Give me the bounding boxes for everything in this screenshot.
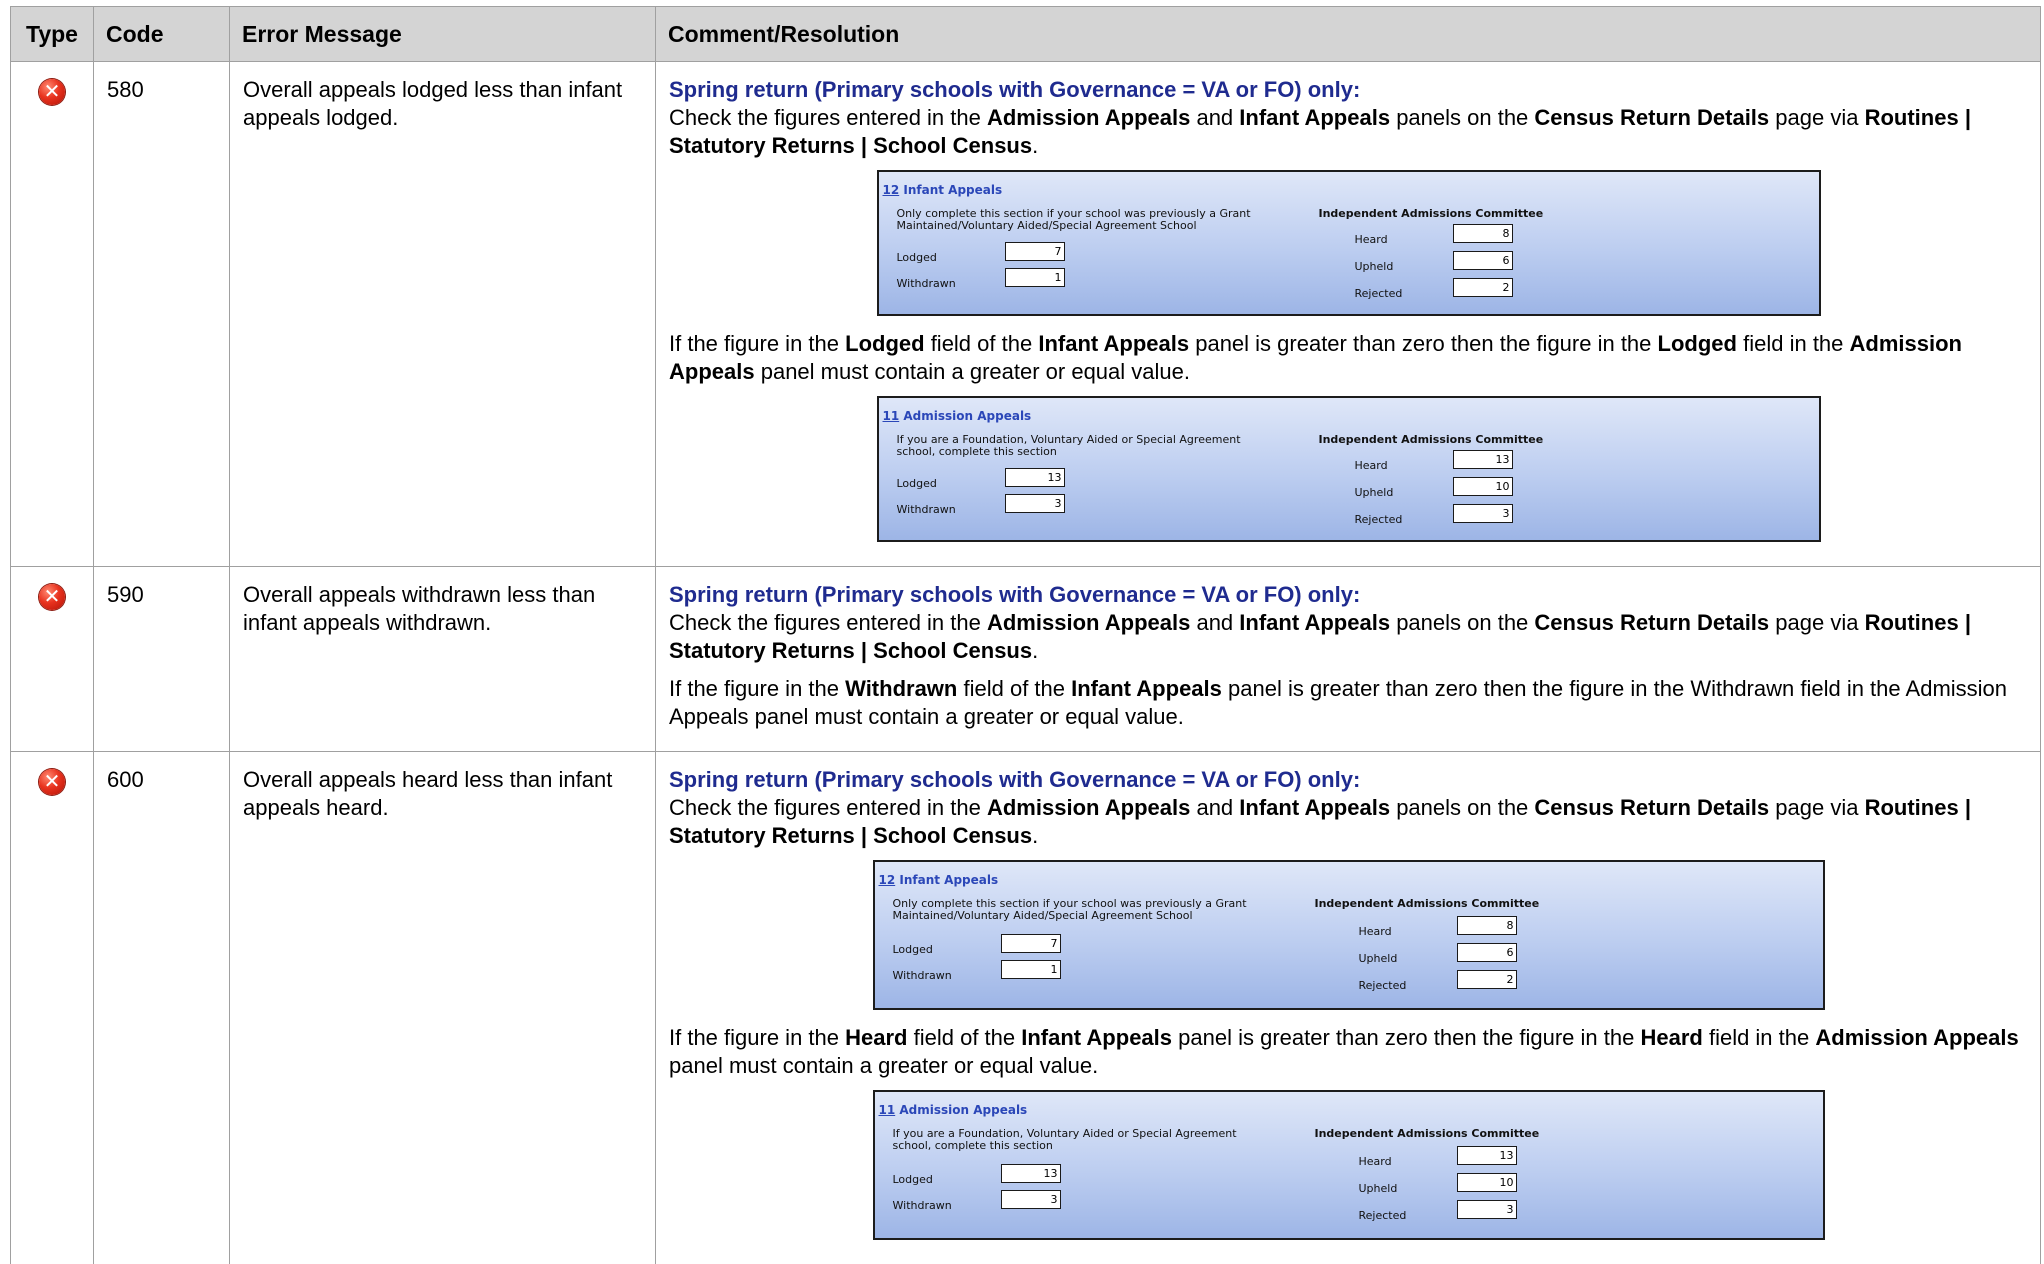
heard-label: Heard: [1359, 1148, 1392, 1176]
withdrawn-field: 1: [1005, 268, 1065, 287]
panel-note: If you are a Foundation, Voluntary Aided…: [893, 1128, 1273, 1152]
lodged-rule-text: If the figure in the Lodged field of the…: [669, 330, 2028, 386]
admission-appeals-panel-screenshot: 11 Admission Appeals If you are a Founda…: [873, 1090, 1825, 1240]
upheld-field: 10: [1453, 477, 1513, 496]
rejected-field: 2: [1457, 970, 1517, 989]
infant-appeals-panel-screenshot: 12 Infant Appeals Only complete this sec…: [877, 170, 1821, 316]
check-figures-text: Check the figures entered in the Admissi…: [669, 794, 2028, 850]
panel-note: Only complete this section if your schoo…: [893, 898, 1273, 922]
panel-note: Only complete this section if your schoo…: [897, 208, 1277, 232]
lodged-label: Lodged: [893, 1166, 933, 1194]
column-header-error-message: Error Message: [230, 7, 656, 62]
upheld-label: Upheld: [1359, 945, 1398, 973]
upheld-label: Upheld: [1355, 479, 1394, 507]
lodged-label: Lodged: [897, 470, 937, 498]
upheld-field: 6: [1453, 251, 1513, 270]
lodged-label: Lodged: [893, 936, 933, 964]
error-x-icon: ✕: [39, 584, 65, 610]
error-x-icon: ✕: [39, 79, 65, 105]
column-header-comment-resolution: Comment/Resolution: [656, 7, 2041, 62]
upheld-label: Upheld: [1355, 253, 1394, 281]
heard-field: 13: [1453, 450, 1513, 469]
heard-field: 8: [1453, 224, 1513, 243]
heard-label: Heard: [1355, 452, 1388, 480]
type-cell: ✕: [11, 752, 94, 1264]
error-message-cell: Overall appeals heard less than infant a…: [230, 752, 656, 1264]
table-header-row: Type Code Error Message Comment/Resoluti…: [11, 7, 2041, 62]
heard-rule-text: If the figure in the Heard field of the …: [669, 1024, 2028, 1080]
withdrawn-label: Withdrawn: [897, 270, 956, 298]
validation-error-table: Type Code Error Message Comment/Resoluti…: [10, 6, 2041, 1264]
error-message-cell: Overall appeals lodged less than infant …: [230, 62, 656, 567]
rejected-label: Rejected: [1355, 280, 1403, 308]
spring-return-heading: Spring return (Primary schools with Gove…: [669, 581, 2028, 609]
type-cell: ✕: [11, 567, 94, 752]
lodged-field: 13: [1005, 468, 1065, 487]
heard-field: 8: [1457, 916, 1517, 935]
withdrawn-field: 3: [1001, 1190, 1061, 1209]
rejected-field: 2: [1453, 278, 1513, 297]
withdrawn-label: Withdrawn: [893, 1192, 952, 1220]
column-header-code: Code: [94, 7, 230, 62]
rejected-label: Rejected: [1359, 1202, 1407, 1230]
heard-label: Heard: [1355, 226, 1388, 254]
resolution-cell: Spring return (Primary schools with Gove…: [656, 752, 2041, 1264]
upheld-field: 6: [1457, 943, 1517, 962]
resolution-cell: Spring return (Primary schools with Gove…: [656, 567, 2041, 752]
withdrawn-field: 1: [1001, 960, 1061, 979]
rejected-label: Rejected: [1355, 506, 1403, 534]
spring-return-heading: Spring return (Primary schools with Gove…: [669, 76, 2028, 104]
withdrawn-label: Withdrawn: [893, 962, 952, 990]
panel-note: If you are a Foundation, Voluntary Aided…: [897, 434, 1277, 458]
rejected-field: 3: [1453, 504, 1513, 523]
rejected-label: Rejected: [1359, 972, 1407, 1000]
code-cell: 580: [94, 62, 230, 567]
error-message-cell: Overall appeals withdrawn less than infa…: [230, 567, 656, 752]
heard-field: 13: [1457, 1146, 1517, 1165]
check-figures-text: Check the figures entered in the Admissi…: [669, 104, 2028, 160]
infant-appeals-panel-screenshot: 12 Infant Appeals Only complete this sec…: [873, 860, 1825, 1010]
table-row: ✕ 600 Overall appeals heard less than in…: [11, 752, 2041, 1264]
committee-heading: Independent Admissions Committee: [1315, 1120, 1540, 1148]
panel-title: 12 Infant Appeals: [879, 866, 999, 894]
heard-label: Heard: [1359, 918, 1392, 946]
rejected-field: 3: [1457, 1200, 1517, 1219]
code-cell: 600: [94, 752, 230, 1264]
column-header-type: Type: [11, 7, 94, 62]
table-row: ✕ 590 Overall appeals withdrawn less tha…: [11, 567, 2041, 752]
check-figures-text: Check the figures entered in the Admissi…: [669, 609, 2028, 665]
table-row: ✕ 580 Overall appeals lodged less than i…: [11, 62, 2041, 567]
panel-title: 11 Admission Appeals: [883, 402, 1032, 430]
lodged-field: 7: [1001, 934, 1061, 953]
withdrawn-rule-text: If the figure in the Withdrawn field of …: [669, 675, 2028, 731]
resolution-cell: Spring return (Primary schools with Gove…: [656, 62, 2041, 567]
lodged-field: 7: [1005, 242, 1065, 261]
lodged-field: 13: [1001, 1164, 1061, 1183]
admission-appeals-panel-screenshot: 11 Admission Appeals If you are a Founda…: [877, 396, 1821, 542]
panel-title: 11 Admission Appeals: [879, 1096, 1028, 1124]
upheld-field: 10: [1457, 1173, 1517, 1192]
error-x-icon: ✕: [39, 769, 65, 795]
panel-title: 12 Infant Appeals: [883, 176, 1003, 204]
code-cell: 590: [94, 567, 230, 752]
spring-return-heading: Spring return (Primary schools with Gove…: [669, 766, 2028, 794]
withdrawn-field: 3: [1005, 494, 1065, 513]
upheld-label: Upheld: [1359, 1175, 1398, 1203]
withdrawn-label: Withdrawn: [897, 496, 956, 524]
type-cell: ✕: [11, 62, 94, 567]
lodged-label: Lodged: [897, 244, 937, 272]
committee-heading: Independent Admissions Committee: [1315, 890, 1540, 918]
